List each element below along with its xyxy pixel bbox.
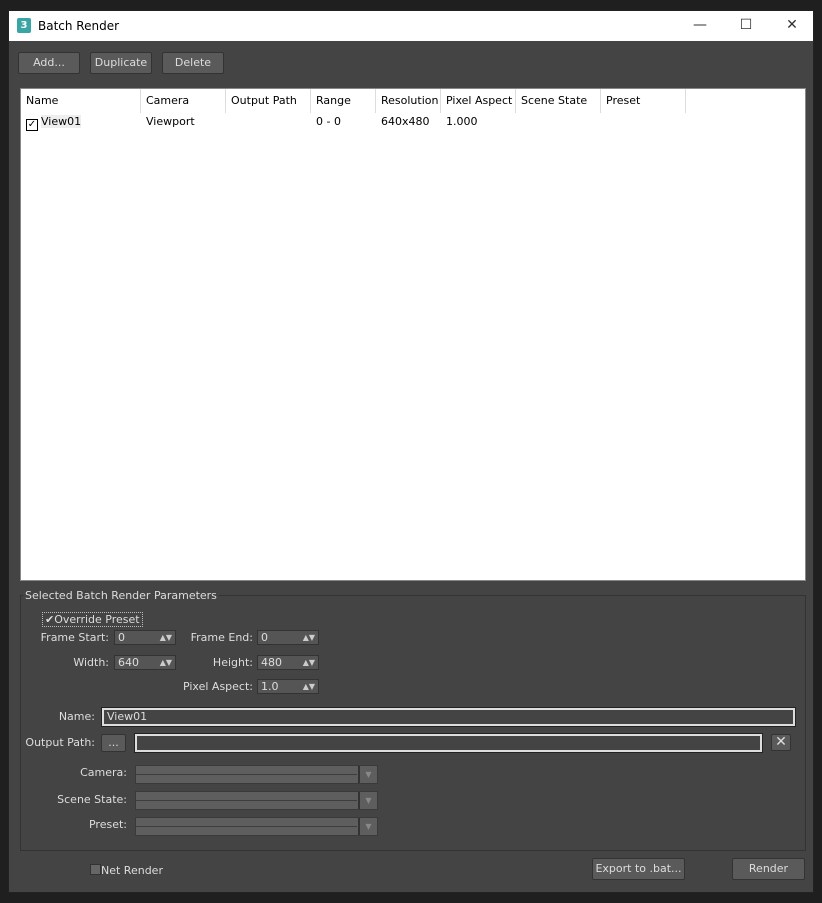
scene-state-label: Scene State:	[57, 793, 127, 806]
row-pixel-aspect: 1.000	[446, 115, 478, 128]
column-header-name[interactable]: Name	[21, 89, 141, 113]
close-button[interactable]: ✕	[769, 11, 815, 41]
checkbox-box[interactable]	[90, 864, 101, 875]
camera-dropdown[interactable]: ▼	[135, 765, 378, 784]
camera-label: Camera:	[80, 766, 127, 779]
browse-output-path-button[interactable]: ...	[101, 734, 126, 752]
group-title: Selected Batch Render Parameters	[23, 589, 219, 602]
maximize-button[interactable]: ☐	[723, 11, 769, 41]
row-camera: Viewport	[146, 115, 195, 128]
spinner-arrows-icon[interactable]: ▲▼	[303, 631, 315, 644]
height-label: Height:	[212, 656, 253, 669]
preset-dropdown[interactable]: ▼	[135, 817, 378, 836]
width-spinner[interactable]: 640 ▲▼	[114, 655, 176, 670]
frame-end-label: Frame End:	[190, 631, 253, 644]
row-name: View01	[41, 115, 82, 128]
name-input[interactable]: View01	[101, 707, 796, 727]
column-header-pixel-aspect[interactable]: Pixel Aspect	[441, 89, 516, 113]
net-render-checkbox[interactable]: Net Render	[90, 864, 163, 877]
output-path-label: Output Path:	[25, 736, 95, 749]
column-header-scene-state[interactable]: Scene State	[516, 89, 601, 113]
output-path-input[interactable]	[134, 733, 763, 753]
column-header-resolution[interactable]: Resolution	[376, 89, 441, 113]
batch-list[interactable]: Name Camera Output Path Range Resolution…	[20, 88, 806, 581]
render-button[interactable]: Render	[732, 858, 805, 880]
checkmark-icon: ✔	[45, 613, 55, 626]
chevron-down-icon: ▼	[358, 766, 377, 783]
row-enabled-checkbox[interactable]: ✓	[26, 119, 38, 131]
width-label: Width:	[73, 656, 109, 669]
override-preset-checkbox[interactable]: ✔Override Preset	[42, 612, 143, 627]
export-bat-button[interactable]: Export to .bat...	[592, 858, 685, 880]
override-preset-label: Override Preset	[54, 613, 140, 626]
row-resolution: 640x480	[381, 115, 430, 128]
pixel-aspect-label: Pixel Aspect:	[182, 680, 253, 693]
duplicate-button[interactable]: Duplicate	[90, 52, 152, 74]
net-render-label: Net Render	[101, 864, 163, 877]
spinner-arrows-icon[interactable]: ▲▼	[303, 656, 315, 669]
frame-start-label: Frame Start:	[40, 631, 109, 644]
name-label: Name:	[58, 710, 95, 723]
scene-state-dropdown[interactable]: ▼	[135, 791, 378, 810]
delete-button[interactable]: Delete	[162, 52, 224, 74]
add-button[interactable]: Add...	[18, 52, 80, 74]
chevron-down-icon: ▼	[358, 818, 377, 835]
clear-output-path-icon[interactable]: ✕	[771, 734, 791, 751]
height-spinner[interactable]: 480 ▲▼	[257, 655, 319, 670]
app-3dsmax-icon: 3	[17, 18, 31, 33]
title-bar: 3 Batch Render — ☐ ✕	[9, 11, 813, 41]
pixel-aspect-spinner[interactable]: 1.0 ▲▼	[257, 679, 319, 694]
frame-end-spinner[interactable]: 0 ▲▼	[257, 630, 319, 645]
preset-label: Preset:	[88, 818, 127, 831]
chevron-down-icon: ▼	[358, 792, 377, 809]
frame-start-spinner[interactable]: 0 ▲▼	[114, 630, 176, 645]
column-header-camera[interactable]: Camera	[141, 89, 226, 113]
batch-render-window: 3 Batch Render — ☐ ✕ Add... Duplicate De…	[8, 10, 814, 893]
column-header-range[interactable]: Range	[311, 89, 376, 113]
minimize-button[interactable]: —	[677, 11, 723, 41]
spinner-arrows-icon[interactable]: ▲▼	[303, 680, 315, 693]
column-header-output-path[interactable]: Output Path	[226, 89, 311, 113]
column-header-preset[interactable]: Preset	[601, 89, 686, 113]
row-range: 0 - 0	[316, 115, 341, 128]
table-row[interactable]: ✓ View01	[21, 113, 141, 131]
window-title: Batch Render	[38, 19, 120, 33]
